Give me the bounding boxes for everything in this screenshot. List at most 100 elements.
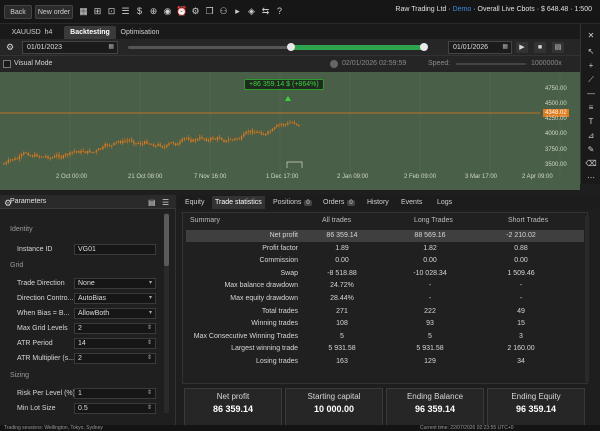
table-row[interactable]: Largest winning trade 5 931.58 5 931.58 2 1… <box>186 343 584 355</box>
candle-body <box>240 136 243 140</box>
stat-value: - <box>428 282 432 290</box>
tab-equity[interactable]: Equity <box>182 196 207 209</box>
fibonacci-icon[interactable]: ≡ <box>585 102 597 114</box>
candle-body <box>45 156 47 157</box>
tab-orders[interactable]: Orders 0 <box>320 196 358 209</box>
alarm-icon[interactable]: ⏰ <box>176 6 187 17</box>
tab-events[interactable]: Events <box>398 196 425 209</box>
save-icon[interactable]: ▤ <box>148 198 156 207</box>
grid-layout-icon[interactable]: ▦ <box>78 6 89 17</box>
candle-body <box>95 150 98 152</box>
candle-body <box>232 139 234 141</box>
min-lot-size-stepper[interactable]: 0.5 ⇕ <box>74 403 156 414</box>
candle-body <box>51 157 54 159</box>
atr-multiplier-stepper[interactable]: 2 ⇕ <box>74 353 156 364</box>
candle-body <box>269 131 271 133</box>
settings-icon[interactable]: ⚙ <box>190 6 201 17</box>
candle-body <box>249 130 252 133</box>
text-icon[interactable]: T <box>585 116 597 128</box>
speed-slider[interactable] <box>456 63 526 65</box>
candle-body <box>155 145 157 147</box>
visual-mode-checkbox[interactable] <box>3 60 11 68</box>
slider-start-handle[interactable] <box>287 43 295 51</box>
param-label: ATR Period <box>17 340 53 347</box>
summary-card-ending-equity: Ending Equity 96 359.14 <box>487 388 585 426</box>
table-row[interactable]: Winning trades 108 93 15 <box>186 318 584 330</box>
horizontal-line-icon[interactable]: ― <box>585 88 597 100</box>
table-row[interactable]: Net profit 86 359.14 88 569.16 -2 210.02 <box>186 230 584 242</box>
direction-control-select[interactable]: AutoBias ▾ <box>74 293 156 304</box>
symbol-tab[interactable]: XAUUSD h4 <box>2 26 62 39</box>
table-row[interactable]: Swap -8 518.88 -10 028.34 1 509.46 <box>186 268 584 280</box>
list-icon[interactable]: ☰ <box>120 6 131 17</box>
help-icon[interactable]: ? <box>274 6 285 17</box>
param-label: Direction Contro... <box>17 295 74 302</box>
layers-icon[interactable]: ◈ <box>246 6 257 17</box>
crosshair-icon[interactable]: + <box>585 60 597 72</box>
stop-icon[interactable]: ■ <box>534 42 546 53</box>
calendar-icon[interactable]: ▦ <box>108 42 114 53</box>
bias-select[interactable]: AllowBoth ▾ <box>74 308 156 319</box>
risk-per-level-stepper[interactable]: 1 ⇕ <box>74 388 156 399</box>
candle-body <box>280 124 282 125</box>
trendline-icon[interactable]: ⟋ <box>585 74 597 86</box>
new-order-button[interactable]: New order <box>35 5 73 19</box>
stat-value: 34 <box>517 358 525 365</box>
calendar-icon[interactable]: ▦ <box>502 42 508 53</box>
cursor-icon[interactable]: ↖ <box>585 46 597 58</box>
connect-icon[interactable]: ⇆ <box>260 6 271 17</box>
close-icon[interactable]: ✕ <box>585 30 597 42</box>
slider-end-handle[interactable] <box>420 43 428 51</box>
candle-body <box>291 122 293 124</box>
stat-value: 2 160.00 <box>507 345 535 353</box>
candle-body <box>115 141 117 143</box>
menu-icon[interactable]: ☰ <box>162 198 169 207</box>
add-icon[interactable]: ⊕ <box>148 6 159 17</box>
candle-body <box>80 150 82 153</box>
play-icon[interactable]: ▸ <box>232 6 243 17</box>
candle-body <box>278 124 280 126</box>
table-row[interactable]: Max equity drawdown 28.44% - - <box>186 293 584 305</box>
y-tick: 4500.00 <box>545 101 567 107</box>
tab-backtesting[interactable]: Backtesting <box>64 26 116 39</box>
table-row[interactable]: Profit factor 1.89 1.82 0.88 <box>186 243 584 255</box>
candle-body <box>229 139 232 141</box>
more-icon[interactable]: ⋯ <box>585 172 597 184</box>
play-icon[interactable]: ▶ <box>516 42 528 53</box>
back-button[interactable]: Back <box>4 5 32 19</box>
start-date-field[interactable]: 01/01/2023 ▦ <box>22 41 118 54</box>
ruler-icon[interactable]: ⊿ <box>585 130 597 142</box>
instance-id-input[interactable]: VG01 <box>74 244 156 255</box>
eraser-icon[interactable]: ⌫ <box>585 158 597 170</box>
account-info[interactable]: Raw Trading Ltd · Demo · Overall Live Cb… <box>395 6 592 13</box>
table-scrollbar[interactable] <box>585 216 589 382</box>
pnl-badge: +86 359.14 $ (+864%) <box>244 79 324 90</box>
user-icon[interactable]: ⚇ <box>218 6 229 17</box>
table-row[interactable]: Max balance drawdown 24.72% - - <box>186 280 584 292</box>
tiles-icon[interactable]: ⊞ <box>92 6 103 17</box>
chart-settings-icon[interactable]: ▤ <box>552 42 564 53</box>
tab-logs[interactable]: Logs <box>434 196 455 209</box>
card-label: Ending Balance <box>406 392 464 401</box>
table-row[interactable]: Total trades 271 222 49 <box>186 306 584 318</box>
copy-icon[interactable]: ❐ <box>204 6 215 17</box>
trade-direction-select[interactable]: None ▾ <box>74 278 156 289</box>
stat-value: -10 028.34 <box>413 269 447 277</box>
tab-trade-statistics[interactable]: Trade statistics <box>212 196 265 209</box>
max-grid-levels-stepper[interactable]: 2 ⇕ <box>74 323 156 334</box>
gear-icon[interactable]: ⚙ <box>4 42 16 53</box>
end-date-field[interactable]: 01/01/2026 ▦ <box>448 41 512 54</box>
pencil-icon[interactable]: ✎ <box>585 144 597 156</box>
tab-positions[interactable]: Positions 0 <box>270 196 315 209</box>
table-row[interactable]: Losing trades 163 129 34 <box>186 356 584 368</box>
table-row[interactable]: Commission 0.00 0.00 0.00 <box>186 255 584 267</box>
table-row[interactable]: Max Consecutive Winning Trades 5 5 3 <box>186 331 584 343</box>
param-label: When Bias = B... <box>17 310 70 317</box>
params-scrollbar-thumb[interactable] <box>164 214 169 266</box>
chart-icon[interactable]: ⊡ <box>106 6 117 17</box>
dollar-icon[interactable]: $ <box>134 6 145 17</box>
tab-optimisation[interactable]: Optimisation <box>118 26 162 39</box>
tab-history[interactable]: History <box>364 196 392 209</box>
atr-period-stepper[interactable]: 14 ⇕ <box>74 338 156 349</box>
eye-icon[interactable]: ◉ <box>162 6 173 17</box>
